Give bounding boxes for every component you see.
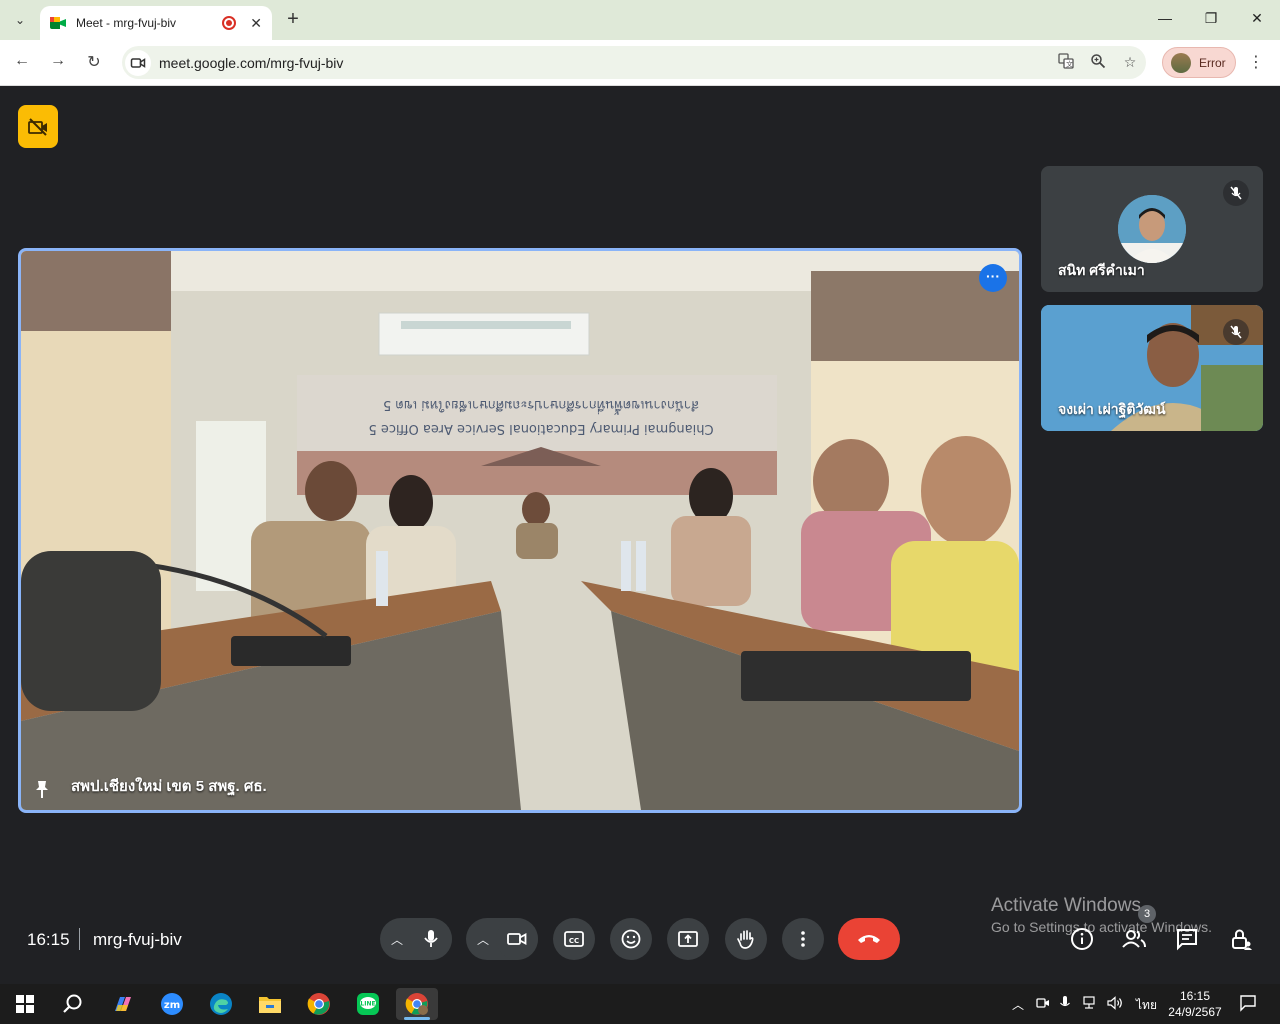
camera-icon <box>507 932 527 946</box>
minimize-button[interactable]: — <box>1155 10 1175 26</box>
hangup-icon <box>858 935 880 943</box>
hand-icon <box>737 930 754 949</box>
audio-settings-chevron-icon[interactable]: ︿ <box>380 918 414 960</box>
zoom-icon[interactable] <box>1082 53 1114 72</box>
volume-icon[interactable] <box>1107 996 1123 1013</box>
captions-button[interactable]: CC <box>553 918 595 960</box>
banner-english-text: Chiangmai Primary Educational Service Ar… <box>368 421 713 436</box>
info-icon <box>1071 928 1093 950</box>
bookmark-star-icon[interactable]: ☆ <box>1114 54 1146 71</box>
copilot-icon[interactable] <box>102 988 144 1020</box>
mic-off-icon <box>1223 180 1249 206</box>
participant-tile-1[interactable]: สนิท ศรีคำเมา <box>1041 166 1263 292</box>
notification-icon[interactable] <box>1239 994 1257 1015</box>
participant-count-badge: 3 <box>1138 905 1156 923</box>
participant-name: สนิท ศรีคำเมา <box>1058 262 1145 278</box>
leave-call-button[interactable] <box>838 918 900 960</box>
svg-text:CC: CC <box>569 937 579 945</box>
google-meet-icon <box>50 15 66 31</box>
people-icon <box>1122 930 1146 948</box>
participant-name: จงเผ่า เผ่าฐิติวัฒน์ <box>1058 401 1166 417</box>
pin-icon[interactable] <box>31 778 53 800</box>
mic-icon <box>424 930 438 947</box>
people-button[interactable] <box>1119 924 1149 954</box>
tile-options-button[interactable]: ··· <box>979 264 1007 292</box>
url-text: meet.google.com/mrg-fvuj-biv <box>159 54 344 71</box>
participant-avatar <box>1118 195 1186 263</box>
recording-icon <box>222 16 237 30</box>
meeting-time: 16:15 <box>27 930 70 949</box>
svg-text:LINE: LINE <box>360 1001 375 1008</box>
banner-thai-text: สำนักงานเขตพื้นที่การศึกษาประถมศึกษาเชีย… <box>383 397 699 415</box>
more-vert-icon <box>801 931 805 947</box>
browser-tab-strip: ⌄ Meet - mrg-fvuj-biv ✕ + — ❐ ✕ <box>0 0 1280 40</box>
chrome-icon[interactable] <box>298 988 340 1020</box>
reload-icon[interactable]: ↻ <box>83 52 105 72</box>
participant-tile-2[interactable]: จงเผ่า เผ่าฐิติวัฒน์ <box>1041 305 1263 431</box>
emoji-icon <box>621 929 641 949</box>
tray-chevron-icon[interactable]: ︿ <box>1012 996 1024 1013</box>
captions-icon: CC <box>564 931 584 947</box>
video-settings-chevron-icon[interactable]: ︿ <box>466 918 500 960</box>
svg-text:zm: zm <box>164 1000 180 1011</box>
present-screen-button[interactable] <box>667 918 709 960</box>
chat-button[interactable] <box>1172 924 1202 954</box>
profile-avatar <box>1171 52 1191 73</box>
camera-button[interactable] <box>496 918 538 960</box>
camera-site-icon[interactable] <box>125 49 151 76</box>
more-options-button[interactable] <box>782 918 824 960</box>
tab-close-button[interactable]: ✕ <box>250 15 262 32</box>
line-app-icon[interactable]: LINE <box>347 988 389 1020</box>
conference-room-video: สำนักงานเขตพื้นที่การศึกษาประถมศึกษาเชีย… <box>21 251 1019 810</box>
lock-person-icon <box>1232 929 1252 950</box>
divider <box>79 928 80 950</box>
back-icon[interactable]: ← <box>11 52 33 70</box>
edge-icon[interactable] <box>200 988 242 1020</box>
meet-stage: สำนักงานเขตพื้นที่การศึกษาประถมศึกษาเชีย… <box>0 87 1280 983</box>
main-participant-name: สพป.เชียงใหม่ เขต 5 สพฐ. ศธ. <box>71 778 267 795</box>
windows-start-icon[interactable] <box>4 988 46 1020</box>
camera-in-use-icon[interactable] <box>1036 996 1050 1013</box>
input-language[interactable]: ไทย <box>1136 996 1157 1015</box>
profile-label: Error <box>1199 55 1226 70</box>
camera-off-notice-icon[interactable] <box>18 105 58 148</box>
zoom-app-icon[interactable]: zm <box>151 988 193 1020</box>
mic-button[interactable] <box>410 918 452 960</box>
taskbar-date: 24/9/2567 <box>1168 1005 1222 1019</box>
file-explorer-icon[interactable] <box>249 988 291 1020</box>
raise-hand-button[interactable] <box>725 918 767 960</box>
host-controls-button[interactable] <box>1226 924 1256 954</box>
network-icon[interactable] <box>1083 996 1099 1013</box>
tab-search-icon[interactable]: ⌄ <box>8 8 32 32</box>
watermark-title: Activate Windows <box>991 895 1141 916</box>
browser-toolbar: ← → ↻ meet.google.com/mrg-fvuj-biv 文 ☆ E… <box>0 40 1280 86</box>
reactions-button[interactable] <box>610 918 652 960</box>
browser-menu-icon[interactable]: ⋮ <box>1248 52 1264 72</box>
windows-taskbar: zm LINE ︿ ไทย 16:15 24/9/2567 <box>0 984 1280 1024</box>
meeting-code: mrg-fvuj-biv <box>93 930 182 949</box>
main-video-tile[interactable]: สำนักงานเขตพื้นที่การศึกษาประถมศึกษาเชีย… <box>18 248 1022 813</box>
new-tab-button[interactable]: + <box>282 8 304 32</box>
close-window-button[interactable]: ✕ <box>1247 10 1267 27</box>
chat-icon <box>1177 929 1197 951</box>
chrome-profile-icon[interactable] <box>396 988 438 1020</box>
tab-title: Meet - mrg-fvuj-biv <box>76 16 177 30</box>
svg-text:文: 文 <box>1066 60 1073 69</box>
mic-in-use-icon[interactable] <box>1059 996 1071 1013</box>
meeting-details-button[interactable] <box>1067 924 1097 954</box>
restore-button[interactable]: ❐ <box>1201 10 1221 27</box>
present-icon <box>678 931 698 947</box>
profile-button[interactable]: Error <box>1162 47 1236 78</box>
browser-tab[interactable]: Meet - mrg-fvuj-biv ✕ <box>40 6 272 40</box>
mic-off-icon <box>1223 319 1249 345</box>
address-bar[interactable]: meet.google.com/mrg-fvuj-biv 文 ☆ <box>122 46 1146 79</box>
taskbar-time: 16:15 <box>1179 989 1211 1003</box>
taskbar-clock[interactable]: 16:15 24/9/2567 <box>1162 988 1228 1020</box>
taskbar-search-icon[interactable] <box>52 988 94 1020</box>
translate-icon[interactable]: 文 <box>1050 53 1082 72</box>
forward-icon[interactable]: → <box>47 52 69 70</box>
